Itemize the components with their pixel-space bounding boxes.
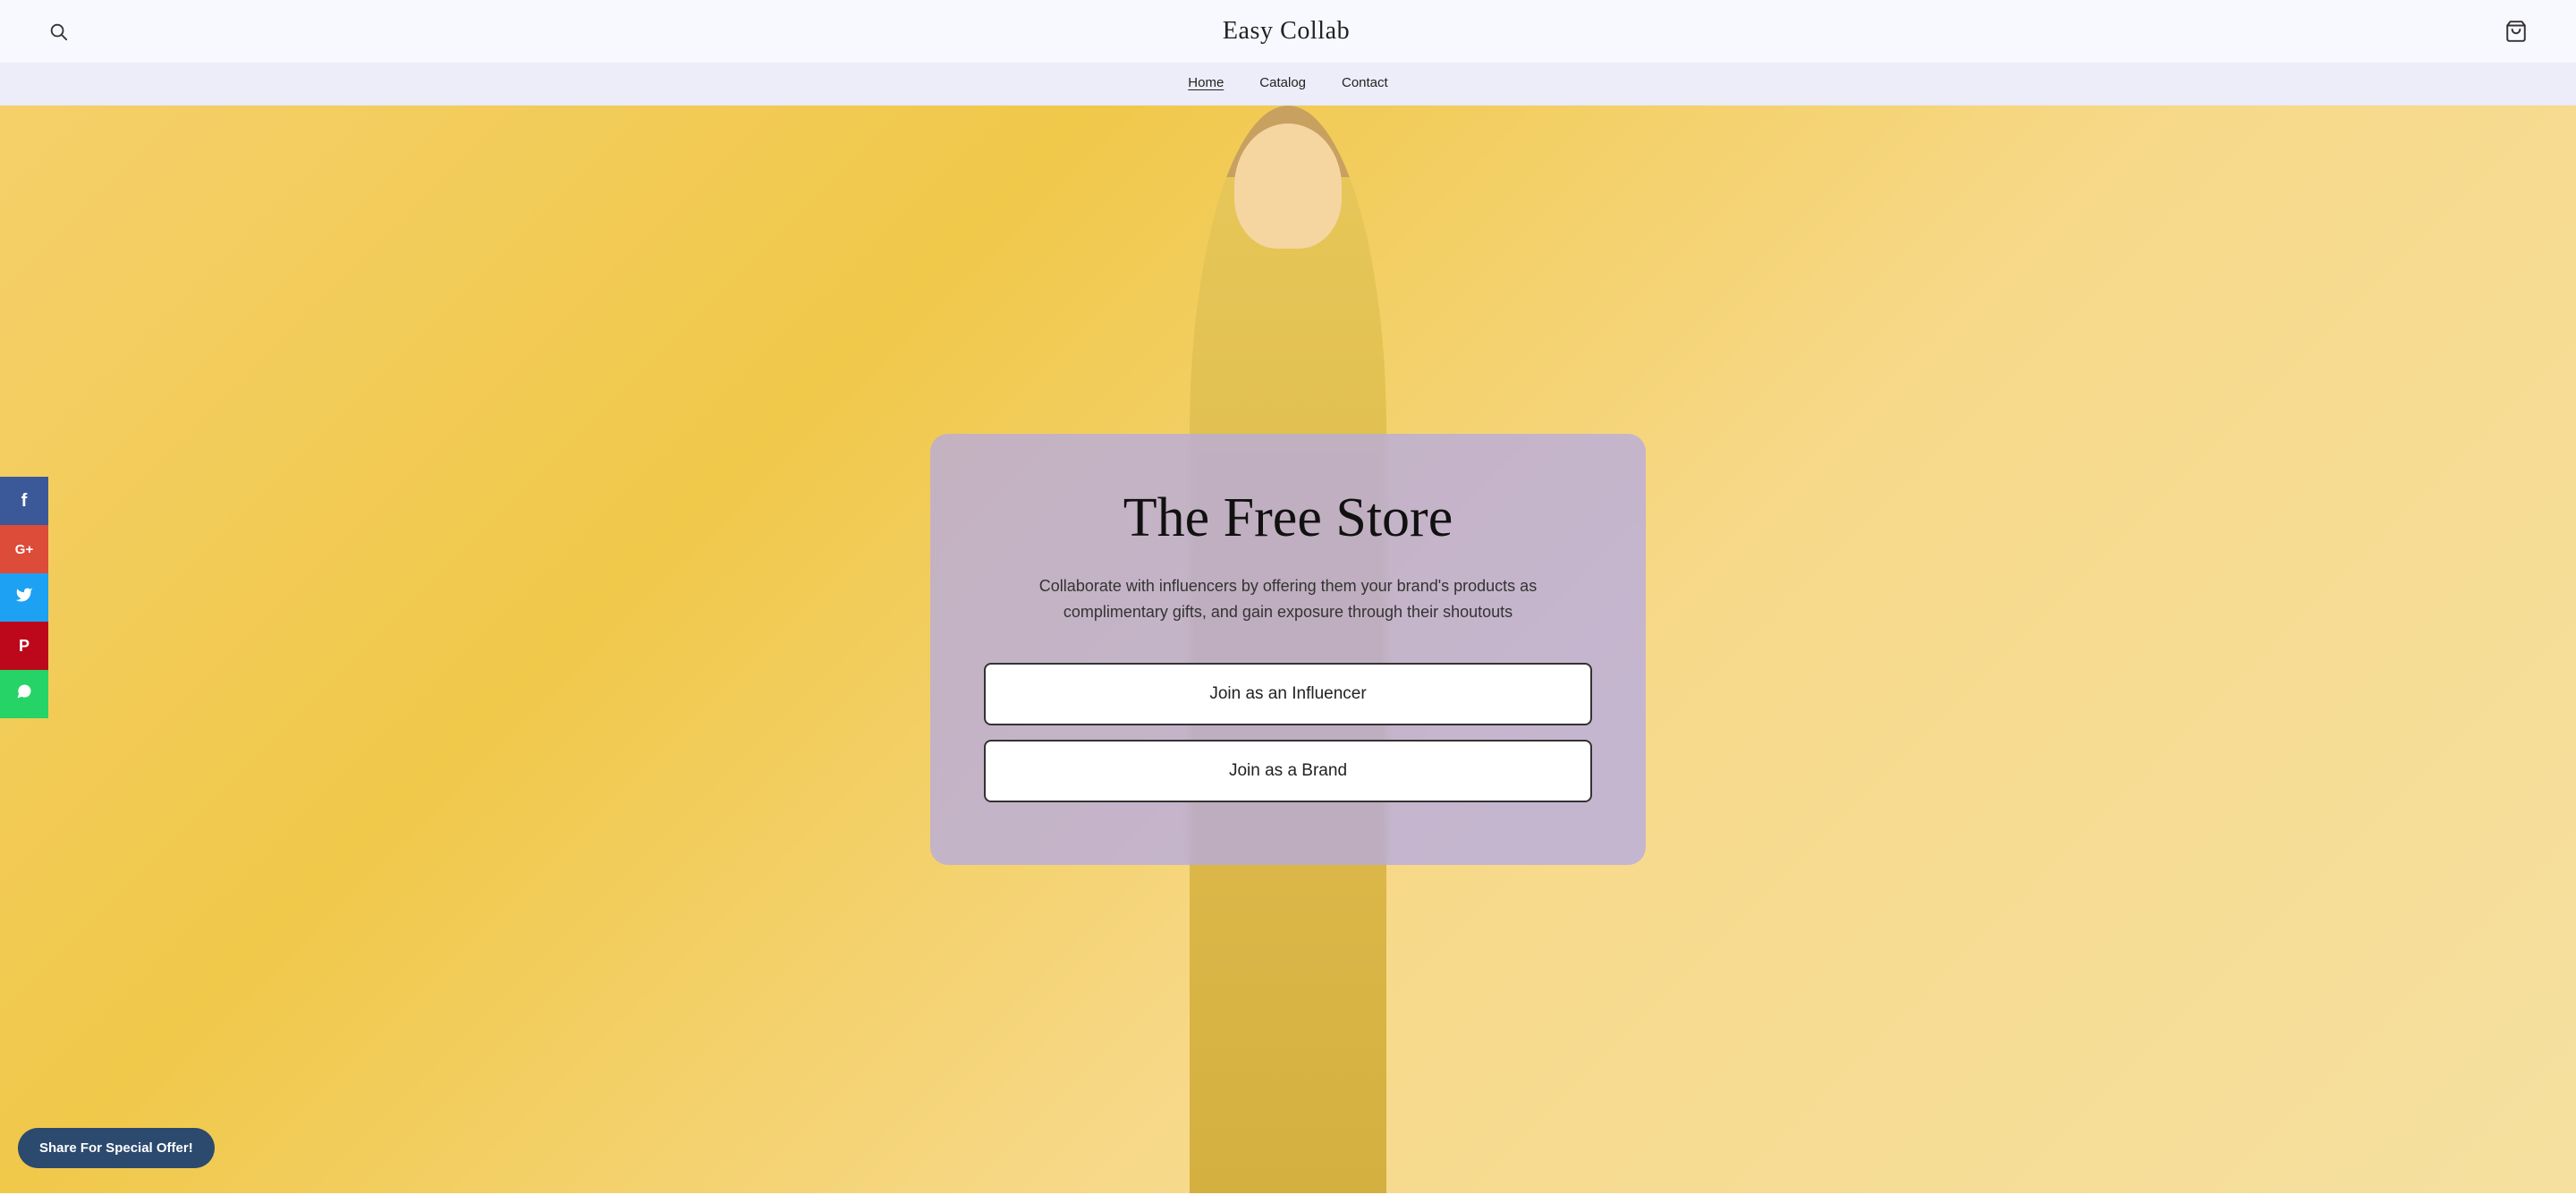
hero-section: The Free Store Collaborate with influenc… [0, 106, 2576, 1193]
search-icon [48, 21, 68, 41]
search-button[interactable] [45, 18, 72, 45]
social-facebook-button[interactable]: f [0, 477, 48, 525]
person-hair [1225, 106, 1351, 177]
social-twitter-button[interactable] [0, 573, 48, 622]
main-nav: Home Catalog Contact [0, 63, 2576, 105]
nav-home[interactable]: Home [1188, 75, 1224, 92]
social-whatsapp-button[interactable] [0, 670, 48, 718]
join-brand-button[interactable]: Join as a Brand [984, 740, 1592, 802]
hero-title: The Free Store [984, 487, 1592, 548]
header-top-bar: Easy Collab [0, 0, 2576, 63]
twitter-icon [15, 586, 33, 609]
whatsapp-icon [15, 682, 33, 706]
hero-description: Collaborate with influencers by offering… [1020, 573, 1556, 625]
join-influencer-button[interactable]: Join as an Influencer [984, 663, 1592, 725]
share-offer-button[interactable]: Share For Special Offer! [18, 1128, 215, 1168]
pinterest-icon: P [19, 637, 30, 656]
facebook-icon: f [21, 491, 28, 512]
hero-card: The Free Store Collaborate with influenc… [930, 434, 1646, 865]
cart-button[interactable] [2501, 16, 2531, 47]
googleplus-icon: G+ [15, 542, 33, 557]
nav-contact[interactable]: Contact [1342, 75, 1388, 92]
site-header: Easy Collab Home Catalog Contact [0, 0, 2576, 106]
site-title: Easy Collab [1223, 17, 1350, 46]
person-head [1234, 123, 1342, 249]
social-googleplus-button[interactable]: G+ [0, 525, 48, 573]
nav-catalog[interactable]: Catalog [1259, 75, 1306, 92]
social-pinterest-button[interactable]: P [0, 622, 48, 670]
social-sidebar: f G+ P [0, 477, 48, 718]
cart-icon [2504, 20, 2528, 43]
